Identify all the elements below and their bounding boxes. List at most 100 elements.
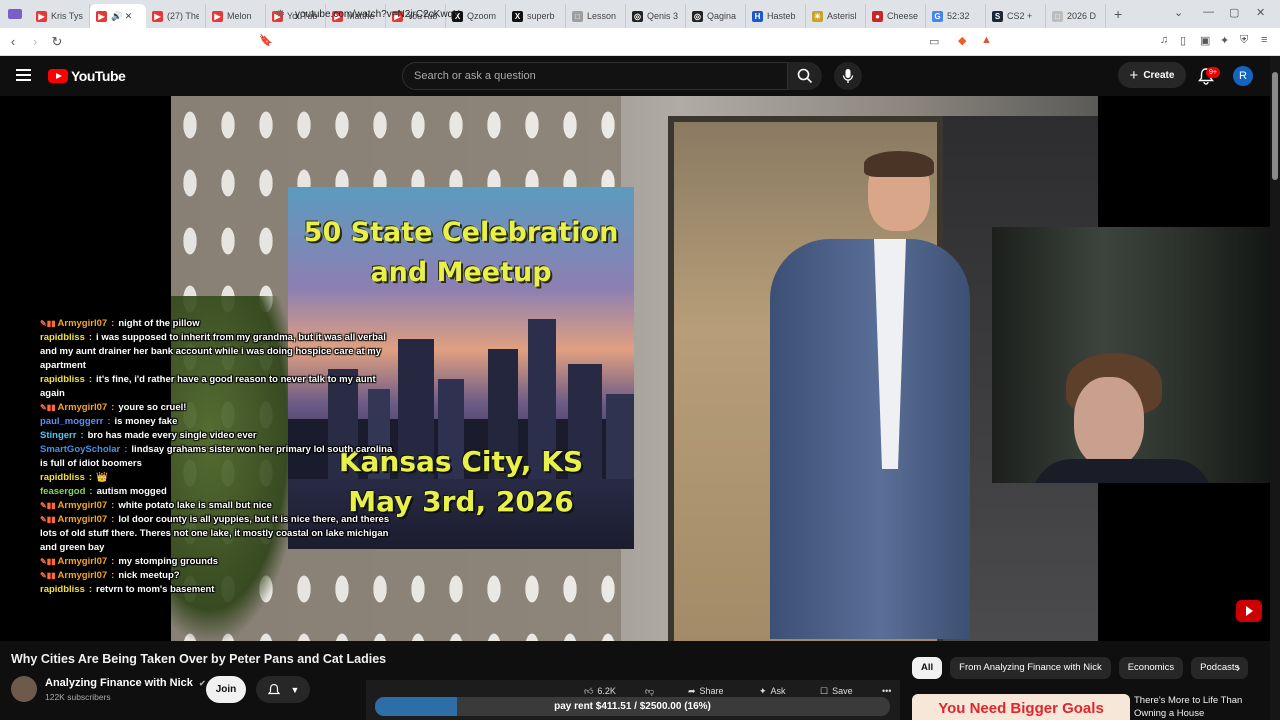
wallet-icon[interactable]: ▣ <box>1200 34 1210 47</box>
chat-separator: : <box>111 556 115 567</box>
like-button[interactable]: 👍︎ 6.2K <box>584 684 616 698</box>
tab-label: 🔊 ✕ <box>111 10 133 21</box>
brave-shield-icon[interactable]: ◆ <box>958 34 966 47</box>
thumbs-down-icon: 👎︎ <box>645 685 655 696</box>
presenter-suit <box>770 239 970 639</box>
ask-button[interactable]: ✦ Ask <box>759 684 786 698</box>
cast-icon[interactable]: ▭ <box>929 35 939 48</box>
verified-check-icon: ✔ <box>198 679 206 688</box>
chat-message: paul_moggerr: is money fake <box>40 415 400 429</box>
media-icon[interactable]: ♫ <box>1160 34 1168 46</box>
chat-separator: : <box>107 416 111 427</box>
recommended-video-thumbnail[interactable]: You Need Bigger Goals <box>912 694 1130 720</box>
url-text: youtube.com/watch?v=N2jrC2cKwqY <box>294 8 460 20</box>
share-button[interactable]: ➦ Share <box>688 684 724 698</box>
scrollbar-thumb[interactable] <box>1272 72 1278 180</box>
chat-separator: : <box>80 430 84 441</box>
channel-name-text: Analyzing Finance with Nick <box>45 677 193 689</box>
channel-avatar[interactable] <box>11 676 37 702</box>
address-bar[interactable]: ⚙ youtube.com/watch?v=N2jrC2cKwqY <box>276 4 1000 24</box>
search-button[interactable] <box>788 62 822 90</box>
chat-text: bro has made every single video ever <box>87 430 257 441</box>
browser-tab[interactable]: ▶ Melon <box>206 4 266 28</box>
chat-message: rapidbliss: 👑 <box>40 471 400 485</box>
reload-icon[interactable]: ↻ <box>46 34 68 50</box>
chat-username: rapidbliss <box>40 332 85 343</box>
chat-separator: : <box>88 374 93 385</box>
youtube-logo[interactable]: YouTube <box>48 68 126 84</box>
thumbs-up-icon: 👍︎ <box>584 685 594 696</box>
donation-goal-label: pay rent $411.51 / $2500.00 (16%) <box>554 701 711 712</box>
tab-favicon-icon: ▶ <box>36 10 47 22</box>
minimize-icon[interactable]: — <box>1203 6 1214 18</box>
subscription-bell-button[interactable]: ▼ <box>256 676 310 703</box>
chevron-right-icon[interactable]: › <box>1236 660 1240 675</box>
leo-ai-icon[interactable]: ✦ <box>1220 34 1229 47</box>
browser-tab[interactable]: ▶ (27) The <box>146 4 206 28</box>
sparkle-icon: ✦ <box>759 685 767 696</box>
search-input[interactable]: Search or ask a question <box>402 62 788 90</box>
save-button[interactable]: ☐ Save <box>820 684 853 698</box>
bookmark-icon[interactable]: 🔖 <box>259 34 273 47</box>
chat-text: youre so cruel! <box>118 402 187 413</box>
chat-separator: : <box>111 514 115 525</box>
chat-separator: : <box>89 486 93 497</box>
tab-favicon-icon: ▶ <box>152 10 163 22</box>
chat-username: Stingerr <box>40 430 77 441</box>
browser-tab[interactable]: ▶ Kris Tys <box>30 4 90 28</box>
browser-tab[interactable]: □ 2026 D <box>1046 4 1106 28</box>
donation-goal-bar: pay rent $411.51 / $2500.00 (16%) <box>375 697 890 716</box>
video-player[interactable]: 50 State Celebration and Meetup Kansas C… <box>0 96 1270 641</box>
chat-username: Armygirl07 <box>57 556 108 567</box>
close-window-icon[interactable]: ✕ <box>1256 6 1265 19</box>
forward-icon[interactable]: › <box>24 34 46 49</box>
chat-badge-icon: ✎▮▮ <box>40 515 56 524</box>
chat-message: ✎▮▮ Armygirl07: lol door county is all yup… <box>40 513 400 555</box>
chat-message: ✎▮▮ Armygirl07: nick meetup? <box>40 569 400 583</box>
save-icon: ☐ <box>820 685 829 696</box>
chat-username: Armygirl07 <box>57 402 108 413</box>
filter-chip[interactable]: All <box>912 657 943 679</box>
tab-list-icon[interactable]: ⌄ <box>1174 6 1183 19</box>
chat-text: night of the pillow <box>118 318 200 329</box>
maximize-icon[interactable]: ▢ <box>1229 6 1239 19</box>
chat-badge-icon: ✎▮▮ <box>40 557 56 566</box>
account-avatar[interactable]: R <box>1233 66 1253 86</box>
more-actions-button[interactable]: ••• <box>882 684 891 698</box>
tab-search-icon[interactable] <box>8 9 22 19</box>
channel-name[interactable]: Analyzing Finance with Nick ✔ <box>45 677 206 689</box>
chat-separator: : <box>111 318 115 329</box>
join-button[interactable]: Join <box>206 676 246 703</box>
create-button[interactable]: + Create <box>1118 62 1186 88</box>
tab-label: (27) The <box>167 11 199 21</box>
filter-chip[interactable]: From Analyzing Finance with Nick <box>950 657 1111 679</box>
tab-label: CS2 + <box>1007 11 1033 21</box>
save-label: Save <box>832 686 853 696</box>
sidebar-icon[interactable]: ▯ <box>1180 34 1186 47</box>
streamer-face <box>1074 377 1144 467</box>
hamburger-menu-icon[interactable] <box>16 69 31 81</box>
tab-label: Melon <box>227 11 252 21</box>
chat-badge-icon: ✎▮▮ <box>40 319 56 328</box>
recommended-video-title[interactable]: There's More to Life Than Owning a House <box>1134 694 1264 720</box>
voice-search-button[interactable] <box>834 62 862 90</box>
chat-text: autism mogged <box>96 486 167 497</box>
presenter-figure <box>740 151 970 641</box>
chat-message: ✎▮▮ Armygirl07: night of the pillow <box>40 317 400 331</box>
dislike-button[interactable]: 👎︎ <box>645 684 654 698</box>
chat-username: feasergod <box>40 486 86 497</box>
chat-username: SmartGoyScholar <box>40 444 121 455</box>
tab-label: 2026 D <box>1067 11 1097 21</box>
recommendation-filter-chips: All From Analyzing Finance with Nick Econo… <box>912 657 1249 681</box>
notification-badge: 9+ <box>1206 67 1220 78</box>
back-icon[interactable]: ‹ <box>2 34 24 49</box>
browser-tab-active[interactable]: ▶ 🔊 ✕ <box>90 4 146 28</box>
vpn-icon[interactable]: ⛨ <box>1240 34 1248 47</box>
youtube-subscribe-watermark-icon[interactable] <box>1236 600 1262 622</box>
site-info-icon[interactable]: ⚙ <box>276 9 285 20</box>
chat-separator: : <box>88 472 93 483</box>
new-tab-button[interactable]: + <box>1114 6 1122 22</box>
brave-rewards-icon[interactable]: ▲ <box>981 34 992 46</box>
filter-chip[interactable]: Economics <box>1118 657 1184 679</box>
menu-icon[interactable]: ≡ <box>1261 34 1267 46</box>
